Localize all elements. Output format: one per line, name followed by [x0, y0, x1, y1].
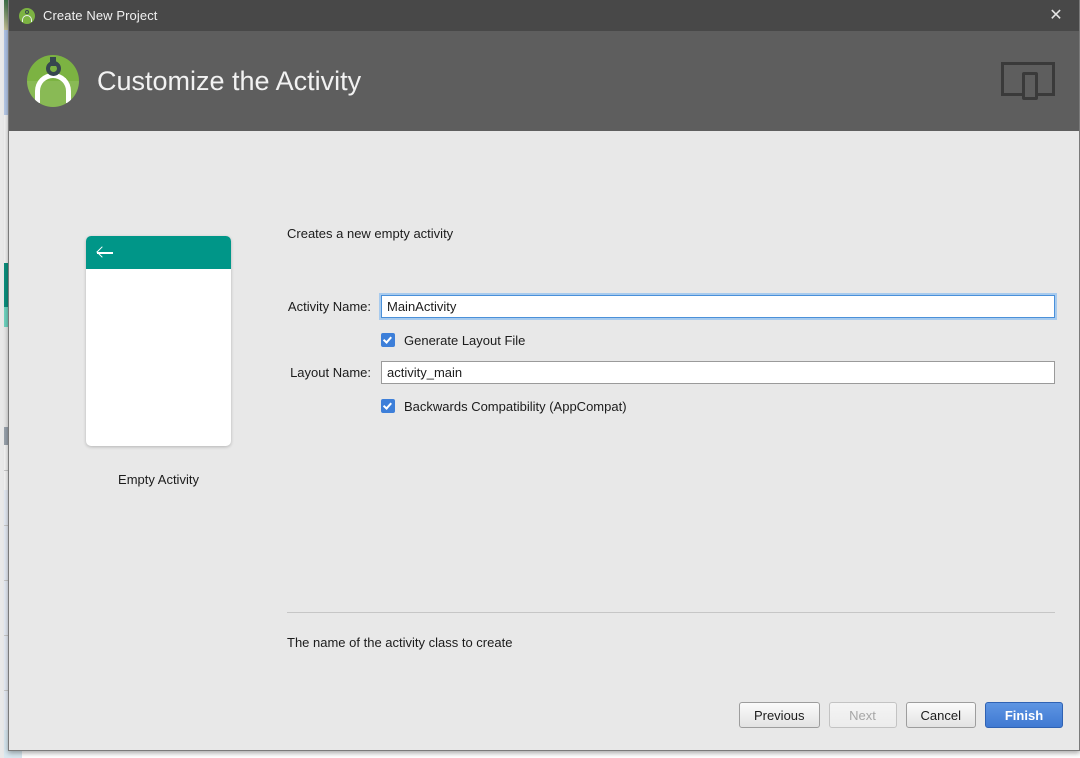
finish-button[interactable]: Finish	[985, 702, 1063, 728]
field-hint-text: The name of the activity class to create	[287, 635, 513, 650]
logo-legs	[35, 73, 71, 103]
dialog-body: Empty Activity Creates a new empty activ…	[9, 131, 1079, 749]
footer-separator	[287, 612, 1055, 613]
dialog-title: Create New Project	[43, 8, 158, 23]
backwards-compatibility-checkbox-row[interactable]: Backwards Compatibility (AppCompat)	[287, 395, 1055, 417]
next-button: Next	[828, 702, 897, 728]
dialog-footer: Previous Next Cancel Finish	[9, 691, 1079, 749]
screen: Create New Project ✕ Customize the Activ…	[0, 0, 1080, 758]
previous-button[interactable]: Previous	[738, 702, 820, 728]
cancel-button[interactable]: Cancel	[905, 702, 976, 728]
close-icon[interactable]: ✕	[1033, 0, 1079, 31]
create-new-project-dialog: Create New Project ✕ Customize the Activ…	[8, 0, 1080, 751]
activity-template-preview[interactable]: Empty Activity	[77, 236, 240, 487]
template-description: Creates a new empty activity	[287, 226, 454, 241]
dialog-titlebar: Create New Project ✕	[9, 0, 1079, 31]
activity-template-label: Empty Activity	[118, 472, 199, 487]
activity-thumbnail	[86, 236, 231, 446]
dialog-header: Customize the Activity	[9, 31, 1079, 131]
android-studio-icon	[19, 7, 35, 24]
dialog-button-bar: Previous Next Cancel Finish	[738, 702, 1063, 728]
layout-name-label: Layout Name:	[290, 365, 371, 380]
back-arrow-icon	[97, 244, 114, 261]
phone-outline	[1022, 72, 1038, 100]
activity-name-input[interactable]: MainActivity	[379, 293, 1057, 320]
activity-name-row: Activity Name: MainActivity	[287, 293, 1057, 320]
activity-name-label: Activity Name:	[287, 299, 371, 314]
layout-name-input[interactable]: activity_main	[381, 361, 1055, 384]
generate-layout-file-checkbox-row[interactable]: Generate Layout File	[287, 329, 1055, 351]
android-studio-logo	[27, 55, 79, 107]
logo-head	[45, 61, 61, 76]
generate-layout-file-label: Generate Layout File	[404, 332, 526, 348]
bg-left-gutter	[0, 0, 4, 758]
backwards-compatibility-checkbox[interactable]	[381, 399, 395, 413]
tablet-and-phone-icon	[1001, 62, 1055, 100]
thumbnail-appbar	[86, 236, 231, 269]
activity-form: Activity Name: MainActivity Generate Lay…	[287, 293, 1057, 426]
page-title: Customize the Activity	[97, 65, 362, 96]
generate-layout-file-checkbox[interactable]	[381, 333, 395, 347]
backwards-compatibility-label: Backwards Compatibility (AppCompat)	[404, 398, 627, 414]
layout-name-row: Layout Name: activity_main	[287, 360, 1055, 385]
